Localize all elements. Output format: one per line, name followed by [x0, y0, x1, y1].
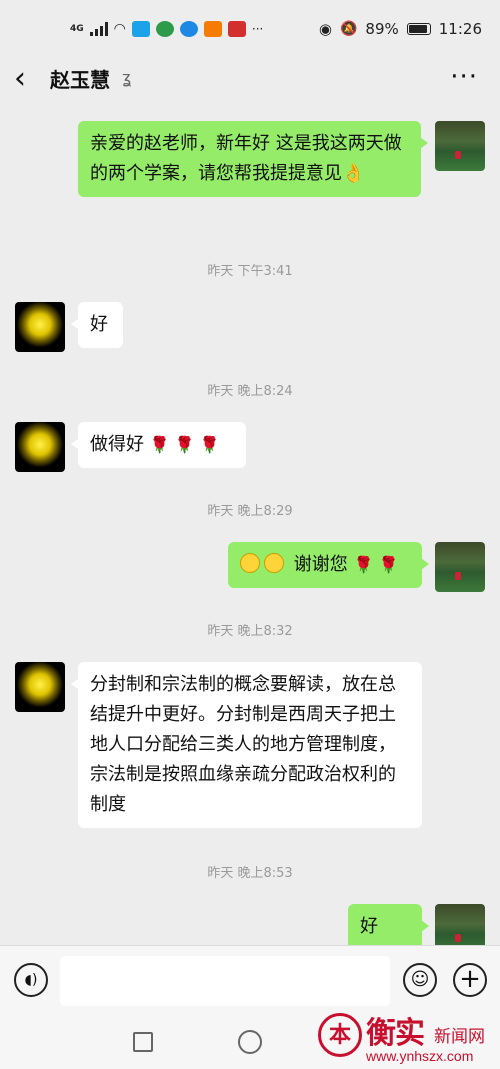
signal-icon [89, 22, 108, 36]
message-text: 做得好 [90, 434, 144, 455]
more-notifications-icon: ··· [251, 22, 264, 36]
status-right: ◉ 🔕 89% 11:26 [319, 20, 482, 38]
battery-percent: 89% [365, 20, 399, 38]
watermark-suffix: 新闻网 [434, 1027, 485, 1047]
message-input[interactable] [60, 956, 390, 1006]
timestamp: 昨天 晚上8:24 [207, 384, 293, 399]
app-icon-5 [227, 21, 246, 37]
message-bubble-incoming[interactable]: 好 [71, 302, 123, 348]
smile-emoji-icon [240, 553, 260, 573]
rose-icon: 🌹 🌹 🌹 [149, 435, 220, 454]
home-icon[interactable] [238, 1030, 262, 1054]
watermark-brand: 衡实 [366, 1016, 425, 1051]
watermark: 本 衡实 新闻网 www.ynhszx.com [316, 1008, 500, 1069]
input-bar: ◖) ☺ + [0, 945, 500, 1015]
timestamp: 昨天 晚上8:32 [207, 624, 293, 639]
timestamp: 昨天 晚上8:29 [207, 504, 293, 519]
message-text: 谢谢您 [293, 554, 348, 575]
timestamp: 昨天 下午3:41 [207, 264, 293, 279]
message-text: 分封制和宗法制的概念要解读，放在总结提升中更好。分封制是西周天子把土地人口分配给… [90, 674, 396, 815]
emoji-icon[interactable]: ☺ [403, 963, 437, 997]
my-avatar[interactable] [435, 121, 485, 171]
network-type: 4G [70, 24, 84, 34]
message-text: 亲爱的赵老师，新年好 这是我这两天做的两个学案，请您帮我提提意见👌 [90, 133, 402, 184]
app-icon-3 [179, 21, 198, 37]
message-text: 好 [90, 314, 108, 335]
rose-icon: 🌹 🌹 [353, 555, 399, 574]
back-icon[interactable]: ‹ [14, 62, 44, 96]
app-icon-1 [131, 21, 150, 37]
wifi-icon: ◠ [113, 21, 126, 37]
ear-icon: ʓ [122, 68, 132, 87]
contact-avatar[interactable] [15, 422, 65, 472]
plus-icon[interactable]: + [453, 963, 487, 997]
message-bubble-incoming[interactable]: 分封制和宗法制的概念要解读，放在总结提升中更好。分封制是西周天子把土地人口分配给… [71, 662, 422, 828]
my-avatar[interactable] [435, 542, 485, 592]
app-icon-2 [155, 21, 174, 37]
eye-icon: ◉ [318, 20, 332, 38]
recent-apps-icon[interactable] [133, 1032, 153, 1052]
voice-icon[interactable]: ◖) [14, 963, 48, 997]
status-left: 4G ◠ ··· [70, 21, 263, 37]
watermark-seal-icon: 本 [318, 1013, 362, 1057]
clock: 11:26 [438, 20, 482, 38]
chat-header: ‹ 赵玉慧 ʓ ··· [0, 58, 500, 100]
mute-icon: 🔕 [339, 21, 358, 37]
battery-icon [406, 23, 431, 35]
chat-title: 赵玉慧 [50, 68, 110, 92]
contact-avatar[interactable] [15, 302, 65, 352]
message-bubble-incoming[interactable]: 做得好 🌹 🌹 🌹 [71, 422, 246, 468]
smile-emoji-icon [264, 553, 284, 573]
message-bubble-outgoing[interactable]: 亲爱的赵老师，新年好 这是我这两天做的两个学案，请您帮我提提意见👌 [78, 121, 428, 197]
app-icon-4 [203, 21, 222, 37]
message-bubble-outgoing[interactable]: 谢谢您 🌹 🌹 [228, 542, 429, 588]
more-dots-icon[interactable]: ··· [450, 62, 478, 92]
timestamp: 昨天 晚上8:53 [207, 866, 293, 881]
watermark-url: www.ynhszx.com [366, 1048, 474, 1064]
contact-avatar[interactable] [15, 662, 65, 712]
status-bar: 4G ◠ ··· ◉ 🔕 89% 11:26 [0, 0, 500, 58]
